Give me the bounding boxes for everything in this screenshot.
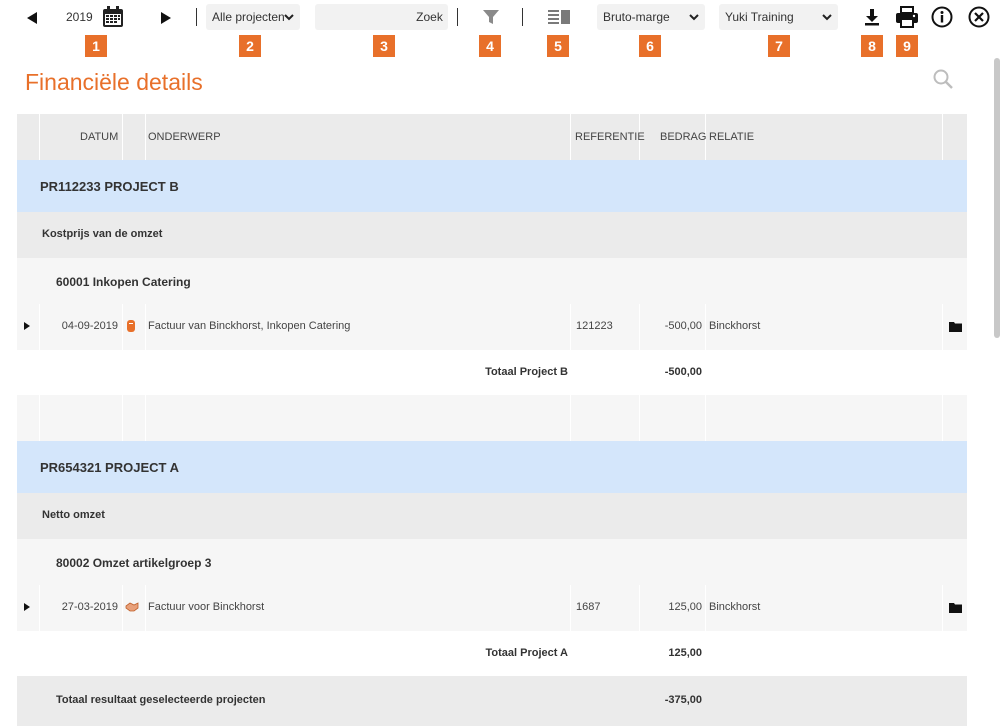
separator [196,8,197,26]
grand-total-label: Totaal resultaat geselecteerde projecten [56,694,266,706]
callout-badge-2: 2 [240,36,260,56]
grand-total-row: Totaal resultaat geselecteerde projecten… [17,676,967,726]
column-header-datum[interactable]: DATUM [80,131,118,143]
year-label: 2019 [66,10,93,24]
info-icon [931,6,953,28]
view-select-value: Bruto-marge [603,10,670,24]
folder-icon[interactable] [949,602,962,613]
table-row: 27-03-2019 Factuur voor Binckhorst 1687 … [17,585,967,631]
project-row: PR112233 PROJECT B [17,160,967,212]
expand-row-icon[interactable] [23,321,31,331]
project-total-value: -500,00 [664,366,702,378]
callout-badge-9: 9 [897,36,917,56]
column-header-bedrag[interactable]: BEDRAG [660,131,706,143]
project-total-value: 125,00 [668,647,702,659]
next-year-button[interactable] [156,8,176,28]
row-referentie: 121223 [576,320,613,332]
expand-row-icon[interactable] [23,602,31,612]
row-bedrag: -500,00 [664,320,702,332]
calendar-button[interactable] [101,5,125,29]
project-total-row: Totaal Project B -500,00 [17,350,967,395]
arrow-left-icon [27,12,37,24]
scrollbar[interactable] [994,58,1000,338]
chevron-down-icon [284,14,294,21]
download-button[interactable] [861,6,883,28]
close-button[interactable] [967,5,991,29]
chevron-down-icon [689,14,699,21]
callout-badge-4: 4 [480,36,500,56]
table-search-button[interactable] [932,68,954,95]
column-header-relatie[interactable]: RELATIE [709,131,754,143]
download-icon [865,9,879,26]
callout-badge-7: 7 [769,36,789,56]
row-datum: 04-09-2019 [61,320,118,332]
row-relatie: Binckhorst [709,320,761,332]
row-referentie: 1687 [576,601,601,613]
filter-icon [483,10,499,24]
row-onderwerp: Factuur van Binckhorst, Inkopen Catering [148,320,351,332]
project-filter-value: Alle projecten [212,10,285,24]
spacer-row [17,395,967,441]
category-title: Kostprijs van de omzet [42,228,163,240]
separator [522,8,523,26]
filter-button[interactable] [480,6,502,28]
columns-icon [548,10,570,24]
row-datum: 27-03-2019 [61,601,118,613]
row-relatie: Binckhorst [709,601,761,613]
print-button[interactable] [894,4,920,30]
table-row: 04-09-2019 Factuur van Binckhorst, Inkop… [17,304,967,350]
chevron-down-icon [822,14,832,21]
grand-total-value: -375,00 [664,694,702,706]
previous-year-button[interactable] [22,8,42,28]
category-title: Netto omzet [42,509,105,521]
account-row: 60001 Inkopen Catering [17,258,967,304]
search-icon [933,69,953,89]
account-title: 80002 Omzet artikelgroep 3 [56,556,212,570]
project-title: PR654321 PROJECT A [40,460,179,475]
callout-badge-8: 8 [862,36,882,56]
project-row: PR654321 PROJECT A [17,441,967,493]
project-filter-select[interactable]: Alle projecten [206,4,300,30]
account-row: 80002 Omzet artikelgroep 3 [17,539,967,585]
sales-invoice-icon [125,602,139,612]
calendar-icon [103,6,123,27]
arrow-right-icon [161,12,171,24]
search-input[interactable] [315,4,411,30]
column-header-onderwerp[interactable]: ONDERWERP [148,131,221,143]
category-row: Kostprijs van de omzet [17,212,967,258]
administration-select-value: Yuki Training [725,10,794,24]
project-title: PR112233 PROJECT B [40,179,179,194]
purchase-invoice-icon [127,320,135,332]
project-total-label: Totaal Project B [485,366,568,378]
column-header-referentie[interactable]: REFERENTIE [575,131,645,143]
callout-badge-1: 1 [86,36,106,56]
category-row: Netto omzet [17,493,967,539]
table-header: DATUM ONDERWERP REFERENTIE BEDRAG RELATI… [17,114,967,160]
callout-badge-5: 5 [548,36,568,56]
account-title: 60001 Inkopen Catering [56,275,191,289]
folder-icon[interactable] [949,321,962,332]
columns-button[interactable] [546,6,572,28]
row-bedrag: 125,00 [668,601,702,613]
row-onderwerp: Factuur voor Binckhorst [148,601,265,613]
administration-select[interactable]: Yuki Training [719,4,838,30]
close-icon [968,6,990,28]
project-total-row: Totaal Project A 125,00 [17,631,967,676]
search-button-label: Zoek [416,10,443,24]
search-button[interactable]: Zoek [411,4,448,30]
callout-badge-6: 6 [640,36,660,56]
project-total-label: Totaal Project A [485,647,568,659]
toolbar: 2019 Alle projecten Zoek Bruto-marge Yuk… [0,0,1000,40]
separator [457,8,458,26]
view-select[interactable]: Bruto-marge [597,4,705,30]
info-button[interactable] [930,5,954,29]
print-icon [896,6,918,28]
callout-badge-3: 3 [374,36,394,56]
financial-details-table: DATUM ONDERWERP REFERENTIE BEDRAG RELATI… [17,114,967,726]
page-title: Financiële details [25,69,203,95]
